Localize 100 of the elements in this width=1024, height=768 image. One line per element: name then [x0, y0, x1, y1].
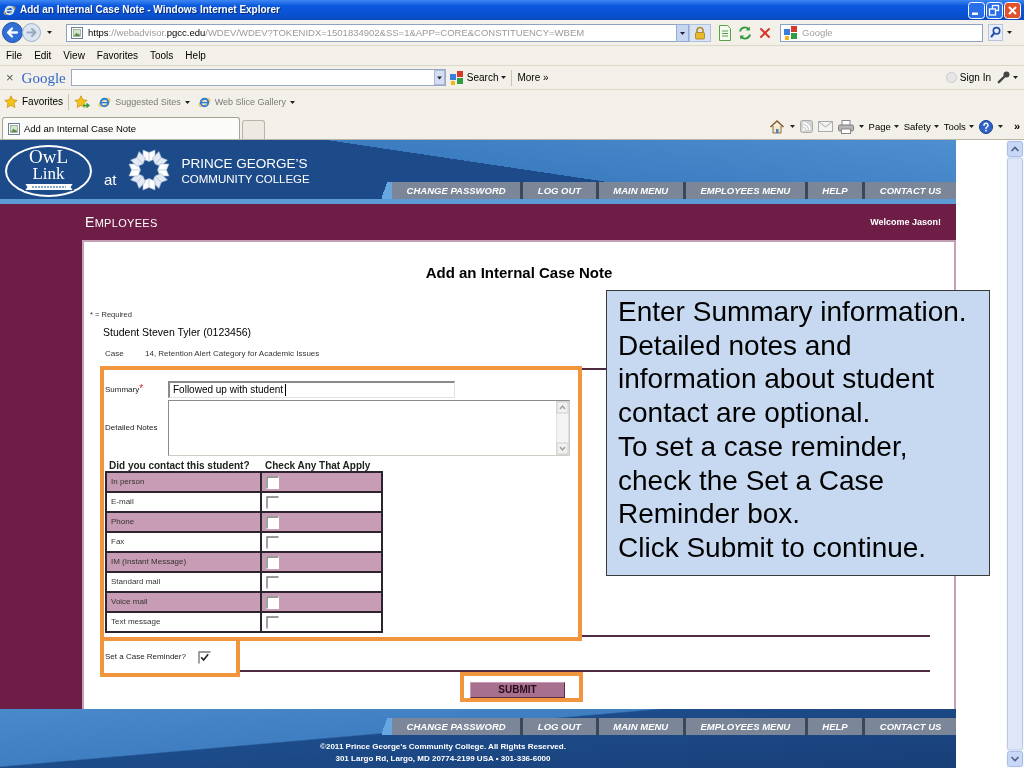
callout-text: To set a case reminder, check the Set a Case Reminder box. — [618, 429, 909, 531]
menu-item[interactable]: Favorites — [90, 49, 144, 62]
logo-text: OwL — [28, 148, 69, 166]
summary-field[interactable]: Followed up with student — [168, 380, 455, 398]
notes-field[interactable] — [168, 400, 570, 456]
copyright-text: ©2011 Prince George’s Community College. All Rights Reserved. — [319, 741, 567, 753]
star-icon — [4, 95, 18, 109]
refresh-icon[interactable] — [737, 24, 753, 41]
scrollbar[interactable] — [556, 401, 569, 455]
checkbox[interactable] — [266, 555, 279, 569]
caret-icon[interactable] — [858, 125, 864, 128]
field-label: Set a Case Reminder? — [105, 652, 186, 662]
field-label: Summary* — [105, 383, 145, 395]
image-icon — [71, 26, 83, 39]
checkbox[interactable] — [266, 595, 279, 609]
search-field[interactable]: Google — [780, 23, 983, 42]
student-name: Student Steven Tyler (0123456) — [103, 326, 252, 338]
college-name: COMMUNITY COLLEGE — [181, 172, 310, 187]
nav-link[interactable]: CONTACT US — [865, 718, 957, 735]
checkbox[interactable] — [266, 535, 279, 549]
table-cell: IM (Instant Message) — [106, 552, 261, 572]
table-cell: Text message — [106, 612, 261, 632]
browser-logo-icon — [197, 95, 211, 109]
caret-icon[interactable] — [184, 100, 190, 104]
logo-text: Link — [32, 166, 65, 181]
nav-link[interactable]: HELP — [807, 182, 866, 199]
nav-link[interactable]: MAIN MENU — [598, 182, 686, 199]
more-link[interactable]: More » — [517, 71, 549, 84]
menu-item[interactable]: Edit — [28, 49, 58, 62]
caret-icon[interactable] — [290, 100, 296, 104]
menu-button[interactable]: Page — [868, 120, 899, 133]
toolbar-logo: Google — [21, 68, 66, 87]
restore-icon[interactable] — [986, 1, 1003, 19]
minimize-icon[interactable] — [968, 1, 985, 19]
caret-icon[interactable] — [893, 125, 899, 128]
field-value: 14, Retention Alert Category for Academic Issues — [145, 348, 320, 359]
submit-button[interactable]: SUBMIT — [470, 682, 565, 698]
nav-link[interactable]: EMPLOYEES MENU — [685, 182, 808, 199]
close-icon[interactable] — [1004, 1, 1021, 19]
sign-in-button[interactable]: Sign In — [945, 71, 991, 84]
address-field[interactable]: https://webadvisor.pgcc.edu/WDEV/WDEV?TOKENIDX=1501834902&SS=1&APP=CORE&CONSTITUENCY=WBEM — [66, 23, 676, 42]
column-header: Check Any That Apply — [264, 460, 371, 471]
nav-link[interactable]: CHANGE PASSWORD — [392, 182, 524, 199]
menu-button[interactable]: Safety — [903, 120, 939, 133]
menu-item[interactable]: Tools — [144, 49, 180, 62]
menu-item[interactable]: Help — [179, 49, 212, 62]
caret-icon[interactable] — [968, 125, 974, 128]
more-commands-button[interactable]: » — [1013, 119, 1020, 134]
column-header: Did you contact this student? — [108, 460, 251, 471]
menu-button[interactable]: Tools — [943, 120, 974, 133]
close-button[interactable]: × — [6, 69, 14, 86]
help-icon[interactable] — [978, 119, 993, 134]
browser-logo-icon — [3, 3, 16, 17]
tab[interactable]: Add an Internal Case Note — [2, 117, 240, 139]
favorites-link[interactable]: Suggested Sites — [98, 95, 190, 109]
caret-icon[interactable] — [676, 23, 689, 42]
field-label: Detailed Notes — [105, 423, 159, 433]
back-icon[interactable] — [2, 22, 23, 43]
caret-icon[interactable] — [1007, 31, 1012, 34]
table-cell: In person — [106, 472, 261, 492]
star-arrow-icon[interactable] — [74, 95, 91, 109]
checkbox[interactable] — [266, 575, 279, 589]
menu-item[interactable]: View — [57, 49, 91, 62]
callout-text: Enter Summary information. Detailed notes and information about student contact are optional. — [618, 295, 968, 430]
wrench-icon[interactable] — [997, 71, 1010, 84]
checkbox[interactable] — [197, 650, 211, 664]
home-icon[interactable] — [768, 119, 785, 134]
nav-link[interactable]: EMPLOYEES MENU — [685, 718, 808, 735]
lock-icon[interactable] — [689, 23, 711, 42]
section-title: EMPLOYEES — [85, 213, 158, 231]
nav-link[interactable]: CONTACT US — [865, 182, 957, 199]
checkbox[interactable] — [266, 495, 279, 509]
nav-link[interactable]: LOG OUT — [523, 718, 599, 735]
nav-link[interactable]: HELP — [807, 718, 866, 735]
table-cell: Voice mail — [106, 592, 261, 612]
caret-icon[interactable] — [501, 76, 507, 79]
caret-icon[interactable] — [789, 125, 795, 128]
menu-item[interactable]: File — [0, 49, 29, 62]
checkbox[interactable] — [266, 615, 279, 629]
caret-icon[interactable] — [1013, 76, 1018, 79]
favorites-button[interactable]: Favorites — [4, 95, 64, 109]
checkbox[interactable] — [266, 515, 279, 529]
callout-text: Click Submit to continue. — [618, 530, 928, 565]
nav-link[interactable]: CHANGE PASSWORD — [392, 718, 524, 735]
browser-logo-icon — [98, 95, 112, 109]
search-button[interactable]: Search — [449, 70, 507, 85]
vertical-scrollbar[interactable] — [1006, 140, 1024, 768]
text-cursor-icon — [285, 383, 287, 396]
caret-icon[interactable] — [933, 125, 939, 128]
nav-link[interactable]: MAIN MENU — [598, 718, 686, 735]
caret-icon[interactable] — [997, 125, 1003, 128]
checkbox[interactable] — [266, 475, 279, 489]
nav-link[interactable]: LOG OUT — [523, 182, 599, 199]
form-heading: Add an Internal Case Note — [424, 263, 614, 283]
caret-icon[interactable] — [47, 31, 52, 34]
document-icon[interactable] — [718, 24, 732, 41]
table-cell: Phone — [106, 512, 261, 532]
favorites-link[interactable]: Web Slice Gallery — [197, 95, 296, 109]
toolbar-search-field[interactable] — [70, 69, 446, 86]
search-icon[interactable] — [988, 24, 1003, 41]
